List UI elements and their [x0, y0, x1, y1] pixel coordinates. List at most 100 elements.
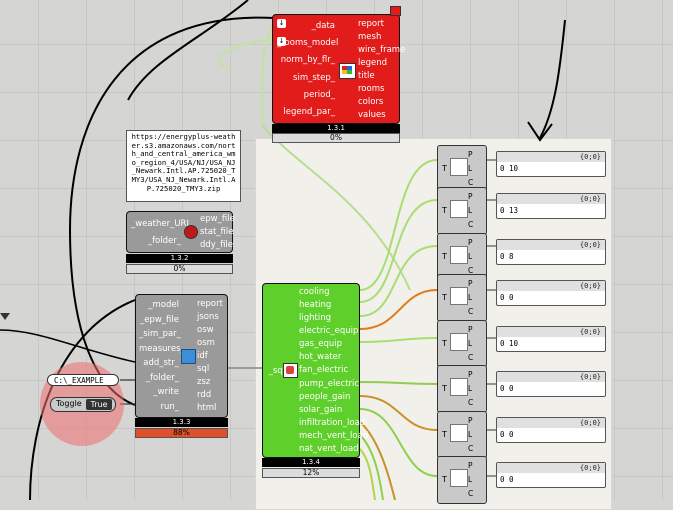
green-outputs: cooling heating lighting electric_equip …: [299, 284, 368, 457]
result-panel-1[interactable]: {0;0} 0 13: [496, 193, 606, 219]
param-node-5[interactable]: T PLC: [437, 365, 487, 413]
red-output-5[interactable]: rooms: [358, 84, 400, 94]
red-recipe-component[interactable]: _data _rooms_model norm_by_flr_ sim_step…: [272, 14, 405, 124]
result-panel-0[interactable]: {0;0} 0 10: [496, 151, 606, 177]
weather-version-label: 1.3.2: [126, 254, 233, 263]
red-output-7[interactable]: values: [358, 110, 400, 120]
green-inputs: _sql: [265, 284, 285, 457]
boolean-toggle[interactable]: Toggle True: [50, 397, 116, 412]
param-t-label: T: [442, 339, 447, 348]
result-panel-value: 0 0: [500, 293, 514, 302]
model-output-5[interactable]: sql: [197, 364, 227, 374]
red-output-4[interactable]: title: [358, 71, 400, 81]
model-output-8[interactable]: html: [197, 403, 227, 413]
model-output-6[interactable]: zsz: [197, 377, 227, 387]
weather-input-1[interactable]: _folder_: [131, 236, 181, 246]
green-input-sql[interactable]: _sql: [265, 366, 285, 376]
green-output-10[interactable]: infiltration_load: [299, 418, 365, 428]
download-weather-component[interactable]: _weather_URL _folder_ epw_file stat_file…: [126, 211, 235, 253]
result-panel-6[interactable]: {0;0} 0 0: [496, 417, 606, 443]
toggle-value[interactable]: True: [86, 399, 112, 410]
model-progress-bar: 88%: [135, 428, 228, 438]
model-output-1[interactable]: jsons: [197, 312, 227, 322]
green-output-2[interactable]: lighting: [299, 313, 361, 323]
weather-outputs: epw_file stat_file ddy_file: [200, 212, 235, 252]
red-output-2[interactable]: wire_frame: [358, 45, 405, 55]
param-t-label: T: [442, 164, 447, 173]
green-output-1[interactable]: heating: [299, 300, 361, 310]
weather-output-2[interactable]: ddy_file: [200, 240, 234, 250]
model-input-6[interactable]: _write: [139, 387, 179, 397]
red-input-5[interactable]: legend_par_: [277, 107, 335, 117]
result-panel-2[interactable]: {0;0} 0 8: [496, 239, 606, 265]
result-panel-header: {0;0}: [497, 194, 605, 204]
param-chart-icon: [450, 200, 468, 218]
weather-inputs: _weather_URL _folder_: [131, 212, 191, 252]
weather-output-1[interactable]: stat_file: [200, 227, 234, 237]
model-input-3[interactable]: measures_: [139, 344, 185, 354]
green-output-9[interactable]: solar_gain: [299, 405, 361, 415]
result-panel-4[interactable]: {0;0} 0 10: [496, 326, 606, 352]
result-panel-header: {0;0}: [497, 240, 605, 250]
model-input-7[interactable]: run_: [139, 402, 179, 412]
param-l-label: L: [468, 430, 473, 439]
red-output-1[interactable]: mesh: [358, 32, 400, 42]
green-output-11[interactable]: mech_vent_load: [299, 431, 368, 441]
param-node-3[interactable]: T PLC: [437, 274, 487, 322]
param-node-7[interactable]: T PLC: [437, 456, 487, 504]
red-input-4[interactable]: period_: [277, 90, 335, 100]
model-output-7[interactable]: rdd: [197, 390, 227, 400]
red-output-6[interactable]: colors: [358, 97, 400, 107]
result-panel-5[interactable]: {0;0} 0 0: [496, 371, 606, 397]
green-output-6[interactable]: fan_electric: [299, 365, 361, 375]
red-input-3[interactable]: sim_step_: [277, 73, 335, 83]
green-output-7[interactable]: pump_electric: [299, 379, 361, 389]
param-t-label: T: [442, 252, 447, 261]
green-output-0[interactable]: cooling: [299, 287, 361, 297]
red-component-preview-toggle[interactable]: [390, 6, 401, 16]
param-c-label: C: [468, 307, 474, 316]
weather-url-panel[interactable]: https://energyplus-weather.s3.amazonaws.…: [126, 130, 241, 202]
red-input-2[interactable]: norm_by_flr_: [277, 55, 335, 65]
green-output-3[interactable]: electric_equip: [299, 326, 361, 336]
openstudio-icon: [181, 349, 196, 364]
param-plc-labels: PLC: [468, 323, 473, 365]
model-output-2[interactable]: osw: [197, 325, 227, 335]
param-p-label: P: [468, 150, 473, 159]
result-panel-header: {0;0}: [497, 281, 605, 291]
model-input-2[interactable]: _sim_par_: [139, 329, 181, 339]
param-node-4[interactable]: T PLC: [437, 320, 487, 368]
param-plc-labels: PLC: [468, 414, 473, 456]
param-c-label: C: [468, 353, 474, 362]
param-plc-labels: PLC: [468, 190, 473, 232]
param-plc-labels: PLC: [468, 148, 473, 190]
model-input-5[interactable]: _folder_: [139, 373, 179, 383]
param-l-label: L: [468, 384, 473, 393]
model-output-0[interactable]: report: [197, 299, 227, 309]
red-output-3[interactable]: legend: [358, 58, 400, 68]
red-output-0[interactable]: report: [358, 19, 400, 29]
weather-output-0[interactable]: epw_file: [200, 214, 235, 224]
weather-input-0[interactable]: _weather_URL: [131, 219, 191, 229]
param-chart-icon: [450, 158, 468, 176]
param-node-0[interactable]: T PLC: [437, 145, 487, 193]
result-panel-7[interactable]: {0;0} 0 0: [496, 462, 606, 488]
path-panel[interactable]: C:\_EXAMPLE: [47, 374, 119, 386]
green-output-8[interactable]: people_gain: [299, 392, 361, 402]
model-output-3[interactable]: osm: [197, 338, 227, 348]
param-t-label: T: [442, 206, 447, 215]
model-to-osm-component[interactable]: _model _epw_file _sim_par_ measures_ add…: [135, 294, 228, 418]
model-output-4[interactable]: idf: [197, 351, 227, 361]
green-output-12[interactable]: nat_vent_load: [299, 444, 361, 454]
green-output-5[interactable]: hot_water: [299, 352, 361, 362]
param-node-1[interactable]: T PLC: [437, 187, 487, 235]
model-input-0[interactable]: _model: [139, 300, 179, 310]
result-panel-value: 0 13: [500, 206, 519, 215]
param-l-label: L: [468, 206, 473, 215]
model-input-4[interactable]: add_str_: [139, 358, 179, 368]
read-room-energy-result-component[interactable]: _sql cooling heating lighting electric_e…: [262, 283, 368, 458]
model-input-1[interactable]: _epw_file: [139, 315, 179, 325]
green-output-4[interactable]: gas_equip: [299, 339, 361, 349]
param-node-6[interactable]: T PLC: [437, 411, 487, 459]
result-panel-3[interactable]: {0;0} 0 0: [496, 280, 606, 306]
